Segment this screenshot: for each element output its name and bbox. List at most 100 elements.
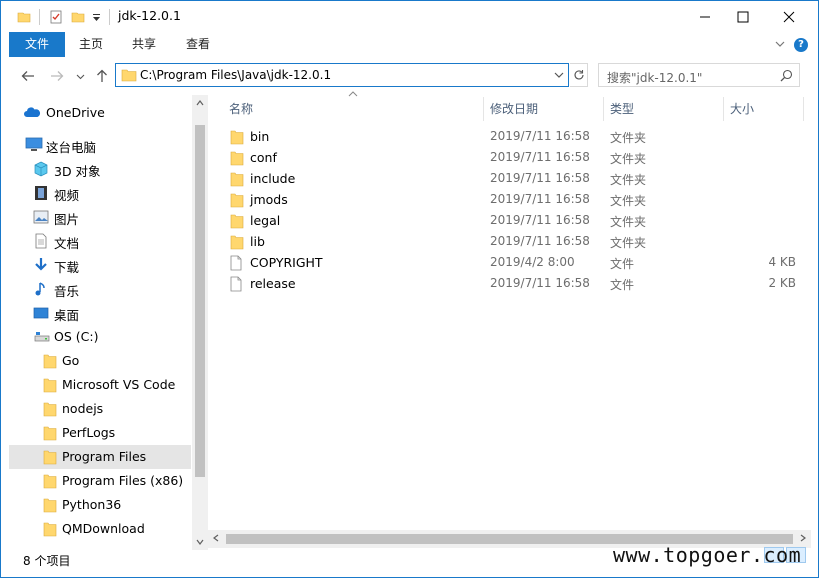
file-row[interactable]: include 2019/7/11 16:58 文件夹 xyxy=(225,168,805,189)
sidebar-item-onedrive[interactable]: OneDrive xyxy=(9,101,191,125)
sidebar-item-item-7[interactable]: 音乐 xyxy=(9,277,191,301)
sidebar-item-label: 3D 对象 xyxy=(54,164,101,179)
watermark: www.topgoer.com xyxy=(613,543,802,567)
file-name: COPYRIGHT xyxy=(250,255,323,270)
title-bar: jdk-12.0.1 xyxy=(1,1,818,32)
sidebar-item-item-8[interactable]: 桌面 xyxy=(9,301,191,325)
address-bar[interactable]: C:\Program Files\Java\jdk-12.0.1 xyxy=(115,63,569,87)
file-row[interactable]: jmods 2019/7/11 16:58 文件夹 xyxy=(225,189,805,210)
sidebar-item-3d[interactable]: 3D 对象 xyxy=(9,157,191,181)
recent-locations-icon[interactable] xyxy=(71,67,89,85)
file-type: 文件 xyxy=(610,278,635,292)
column-divider[interactable] xyxy=(723,97,724,121)
file-type: 文件 xyxy=(610,257,635,271)
file-type: 文件夹 xyxy=(610,131,647,145)
help-icon[interactable]: ? xyxy=(794,38,808,52)
column-divider[interactable] xyxy=(603,97,604,121)
picture-icon xyxy=(33,209,49,228)
sidebar-item-perflogs[interactable]: PerfLogs xyxy=(9,421,191,445)
column-divider[interactable] xyxy=(803,97,804,121)
maximize-button[interactable] xyxy=(720,1,766,32)
tab-home[interactable]: 主页 xyxy=(65,32,117,57)
column-divider[interactable] xyxy=(483,97,484,121)
separator xyxy=(39,9,40,25)
sidebar-item-item-1[interactable]: 这台电脑 xyxy=(9,133,191,157)
close-button[interactable] xyxy=(766,1,812,32)
expand-ribbon-icon[interactable] xyxy=(774,38,786,53)
drive-icon xyxy=(33,329,51,348)
sidebar-item-python36[interactable]: Python36 xyxy=(9,493,191,517)
properties-icon[interactable] xyxy=(49,8,63,26)
sidebar-item-label: 图片 xyxy=(54,212,80,227)
column-header-name[interactable]: 名称 xyxy=(229,100,253,126)
up-arrow-icon[interactable] xyxy=(93,67,111,85)
sidebar-item-item-3[interactable]: 视频 xyxy=(9,181,191,205)
scroll-up-icon[interactable] xyxy=(196,99,204,107)
file-date: 2019/7/11 16:58 xyxy=(490,192,590,206)
music-icon xyxy=(33,281,49,300)
scroll-down-icon[interactable] xyxy=(196,538,204,546)
file-row[interactable]: conf 2019/7/11 16:58 文件夹 xyxy=(225,147,805,168)
scroll-left-icon[interactable] xyxy=(212,534,220,542)
document-icon xyxy=(33,233,49,252)
sidebar-item-label: PerfLogs xyxy=(62,425,116,440)
file-row[interactable]: legal 2019/7/11 16:58 文件夹 xyxy=(225,210,805,231)
sidebar-item-program-files-x86[interactable]: Program Files (x86) xyxy=(9,469,191,493)
file-date: 2019/7/11 16:58 xyxy=(490,150,590,164)
sidebar-item-item-6[interactable]: 下载 xyxy=(9,253,191,277)
sidebar-item-label: Program Files (x86) xyxy=(62,473,184,488)
sidebar-item-qmdownload[interactable]: QMDownload xyxy=(9,517,191,541)
folder-icon xyxy=(43,449,57,468)
customize-toolbar-icon[interactable] xyxy=(92,8,101,26)
search-input[interactable]: 搜索"jdk-12.0.1" xyxy=(598,63,800,87)
item-count: 8 个项目 xyxy=(23,554,71,568)
forward-arrow-icon[interactable] xyxy=(48,67,66,85)
sidebar-item-label: Python36 xyxy=(62,497,122,512)
column-header-type[interactable]: 类型 xyxy=(610,100,634,126)
sidebar-item-item-4[interactable]: 图片 xyxy=(9,205,191,229)
file-icon xyxy=(230,255,242,274)
sidebar-item-label: QMDownload xyxy=(62,521,145,536)
folder-icon xyxy=(230,213,244,232)
sidebar-item-item-5[interactable]: 文档 xyxy=(9,229,191,253)
sidebar-item-program-files[interactable]: Program Files xyxy=(9,445,191,469)
sidebar-item-label: 文档 xyxy=(54,236,80,251)
file-name: legal xyxy=(250,213,281,228)
tab-view[interactable]: 查看 xyxy=(171,32,225,57)
back-arrow-icon[interactable] xyxy=(19,67,37,85)
file-row[interactable]: COPYRIGHT 2019/4/2 8:00 文件 4 KB xyxy=(225,252,805,273)
sidebar-item-nodejs[interactable]: nodejs xyxy=(9,397,191,421)
folder-icon xyxy=(230,129,244,148)
sidebar-item-label: nodejs xyxy=(62,401,104,416)
folder-icon xyxy=(230,150,244,169)
sidebar-item-go[interactable]: Go xyxy=(9,349,191,373)
chevron-down-icon[interactable] xyxy=(554,70,564,80)
refresh-button[interactable] xyxy=(570,63,588,87)
file-type: 文件夹 xyxy=(610,194,647,208)
folder-icon xyxy=(17,8,31,26)
nav-scrollbar[interactable] xyxy=(192,95,208,550)
sidebar-item-label: OS (C:) xyxy=(54,329,99,344)
window-title: jdk-12.0.1 xyxy=(118,8,181,23)
column-header-modified[interactable]: 修改日期 xyxy=(490,100,538,126)
file-name: lib xyxy=(250,234,265,249)
refresh-icon xyxy=(573,70,584,80)
folder-icon xyxy=(230,234,244,253)
new-folder-icon[interactable] xyxy=(71,8,85,26)
tab-file[interactable]: 文件 xyxy=(9,32,65,57)
file-date: 2019/7/11 16:58 xyxy=(490,129,590,143)
sidebar-item-os-c[interactable]: OS (C:) xyxy=(9,325,191,349)
sidebar-item-label: Microsoft VS Code xyxy=(62,377,176,392)
search-placeholder: 搜索"jdk-12.0.1" xyxy=(607,71,703,85)
folder-icon xyxy=(43,401,57,420)
file-row[interactable]: bin 2019/7/11 16:58 文件夹 xyxy=(225,126,805,147)
scroll-thumb[interactable] xyxy=(195,125,205,477)
scroll-right-icon[interactable] xyxy=(799,534,807,542)
file-date: 2019/7/11 16:58 xyxy=(490,213,590,227)
tab-share[interactable]: 共享 xyxy=(117,32,171,57)
column-header-size[interactable]: 大小 xyxy=(730,100,754,126)
file-name: include xyxy=(250,171,296,186)
file-row[interactable]: release 2019/7/11 16:58 文件 2 KB xyxy=(225,273,805,294)
file-row[interactable]: lib 2019/7/11 16:58 文件夹 xyxy=(225,231,805,252)
sidebar-item-microsoft-vs-code[interactable]: Microsoft VS Code xyxy=(9,373,191,397)
